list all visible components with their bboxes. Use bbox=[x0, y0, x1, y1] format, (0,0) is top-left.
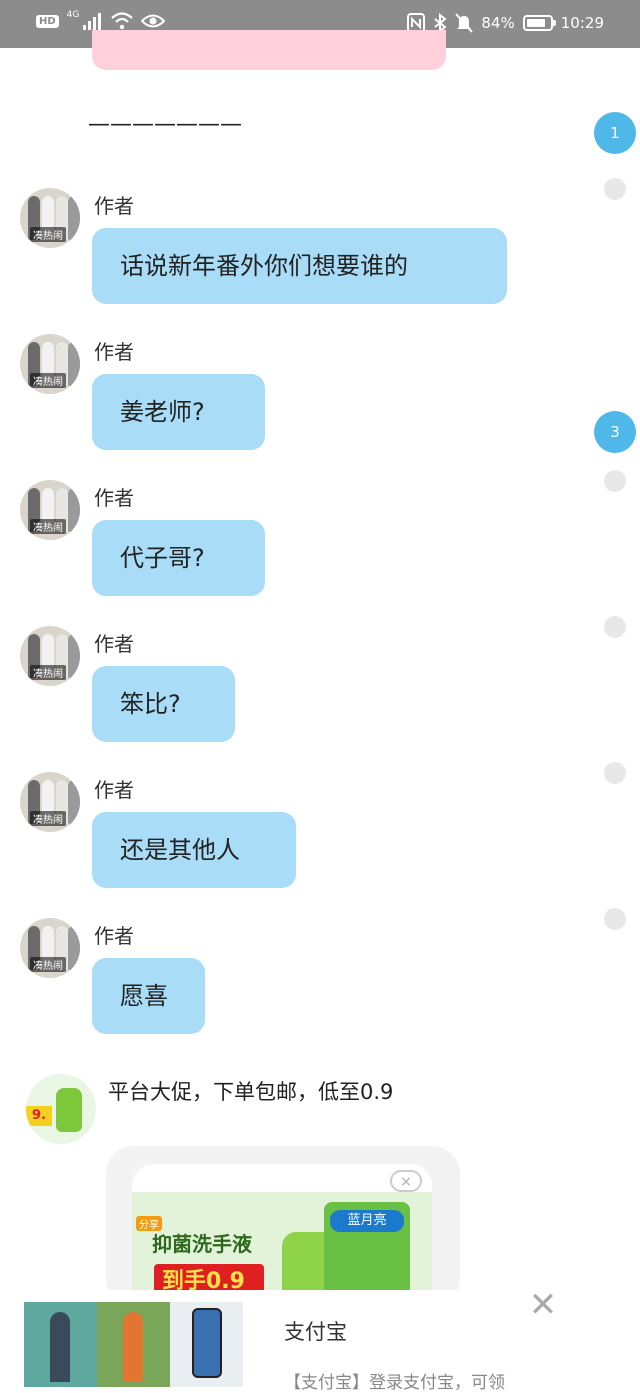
author-name: 作者 bbox=[94, 340, 134, 364]
avatar-caption: 凑热闹 bbox=[30, 957, 66, 972]
banner-thumbnail bbox=[97, 1302, 170, 1387]
author-avatar[interactable]: 凑热闹 bbox=[20, 480, 80, 540]
close-icon[interactable]: ✕ bbox=[528, 1288, 558, 1322]
banner-thumbnail bbox=[24, 1302, 97, 1387]
comment-count-badge[interactable]: 3 bbox=[594, 411, 636, 453]
author-avatar[interactable]: 凑热闹 bbox=[20, 188, 80, 248]
poster-brand: 蓝月亮 bbox=[330, 1210, 404, 1232]
author-avatar[interactable]: 凑热闹 bbox=[20, 334, 80, 394]
ad-poster-image[interactable]: 分享 抑菌洗手液 到手0.9 蓝月亮 bbox=[132, 1192, 432, 1306]
separator-line: ——————— bbox=[88, 112, 242, 137]
ad-close-button[interactable]: × bbox=[390, 1170, 422, 1192]
message-bubble[interactable]: 笨比? bbox=[92, 666, 235, 742]
soap-bottle-icon bbox=[56, 1088, 82, 1132]
message-bubble[interactable]: 话说新年番外你们想要谁的 bbox=[92, 228, 507, 304]
ad-avatar-tag: 9. bbox=[26, 1106, 52, 1126]
comment-dot[interactable] bbox=[604, 762, 626, 784]
comment-dot[interactable] bbox=[604, 908, 626, 930]
avatar-caption: 凑热闹 bbox=[30, 227, 66, 242]
author-avatar[interactable]: 凑热闹 bbox=[20, 626, 80, 686]
banner-title[interactable]: 支付宝 bbox=[284, 1316, 347, 1346]
author-name: 作者 bbox=[94, 632, 134, 656]
author-name: 作者 bbox=[94, 924, 134, 948]
mute-icon bbox=[455, 13, 474, 33]
message-bubble[interactable]: 姜老师? bbox=[92, 374, 265, 450]
battery-icon bbox=[522, 15, 556, 31]
wifi-icon bbox=[111, 12, 134, 30]
author-avatar[interactable]: 凑热闹 bbox=[20, 918, 80, 978]
comment-count-badge[interactable]: 1 bbox=[594, 112, 636, 154]
author-name: 作者 bbox=[94, 778, 134, 802]
comment-dot[interactable] bbox=[604, 178, 626, 200]
status-left: HD 4G bbox=[36, 10, 166, 30]
battery-percent: 84% bbox=[481, 14, 515, 32]
clock: 10:29 bbox=[560, 14, 604, 32]
avatar-caption: 凑热闹 bbox=[30, 665, 66, 680]
author-name: 作者 bbox=[94, 486, 134, 510]
ad-poster-frame[interactable]: × 分享 抑菌洗手液 到手0.9 蓝月亮 bbox=[132, 1164, 432, 1306]
network-type: 4G bbox=[66, 10, 80, 20]
message-bubble[interactable]: 代子哥? bbox=[92, 520, 265, 596]
ad-card[interactable]: × 分享 抑菌洗手液 到手0.9 蓝月亮 bbox=[106, 1146, 460, 1306]
avatar-caption: 凑热闹 bbox=[30, 373, 66, 388]
poster-title: 抑菌洗手液 bbox=[152, 1232, 252, 1256]
bottom-banner-ad[interactable]: 支付宝 【支付宝】登录支付宝，可领 ✕ bbox=[0, 1288, 640, 1393]
banner-thumbnails[interactable] bbox=[24, 1302, 244, 1387]
previous-message-bubble[interactable] bbox=[92, 30, 446, 70]
author-avatar[interactable]: 凑热闹 bbox=[20, 772, 80, 832]
comment-dot[interactable] bbox=[604, 616, 626, 638]
message-bubble[interactable]: 还是其他人 bbox=[92, 812, 296, 888]
ad-headline[interactable]: 平台大促，下单包邮，低至0.9 bbox=[108, 1076, 393, 1106]
hd-icon: HD bbox=[36, 14, 59, 28]
banner-thumbnail bbox=[170, 1302, 243, 1387]
avatar-caption: 凑热闹 bbox=[30, 519, 66, 534]
message-bubble[interactable]: 愿喜 bbox=[92, 958, 205, 1034]
ad-avatar[interactable]: 9. bbox=[26, 1074, 96, 1144]
battery-level bbox=[526, 19, 545, 27]
avatar-caption: 凑热闹 bbox=[30, 811, 66, 826]
eye-icon bbox=[141, 14, 166, 28]
banner-description[interactable]: 【支付宝】登录支付宝，可领 bbox=[284, 1368, 566, 1393]
author-name: 作者 bbox=[94, 194, 134, 218]
comment-dot[interactable] bbox=[604, 470, 626, 492]
signal-icon bbox=[83, 13, 102, 30]
